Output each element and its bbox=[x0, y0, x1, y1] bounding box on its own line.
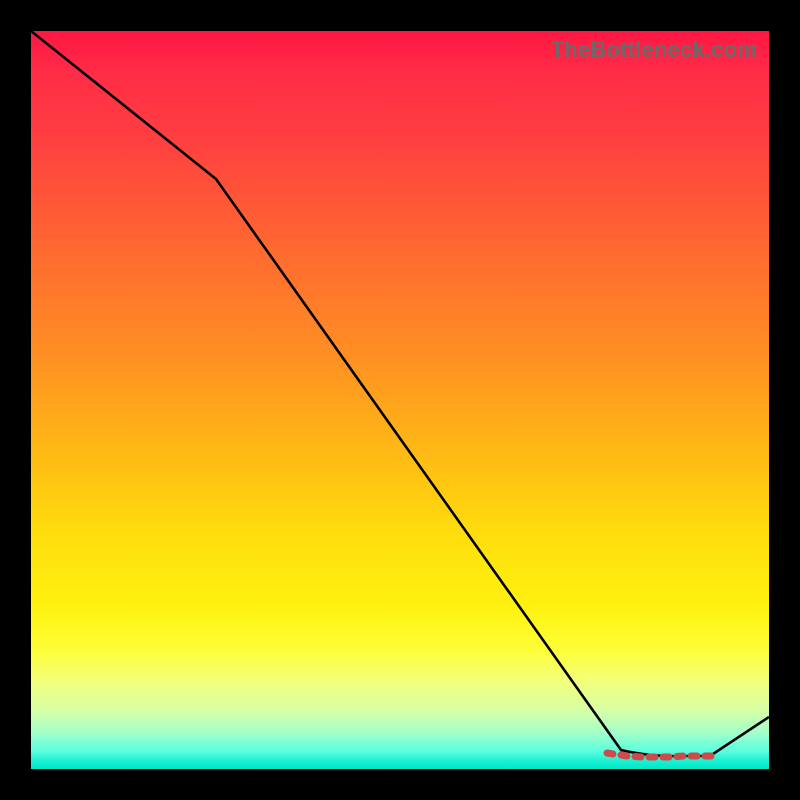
plot-area: TheBottleneck.com bbox=[31, 31, 769, 769]
line-plot bbox=[31, 31, 769, 769]
data-curve bbox=[31, 31, 769, 756]
chart-frame: TheBottleneck.com bbox=[0, 0, 800, 800]
